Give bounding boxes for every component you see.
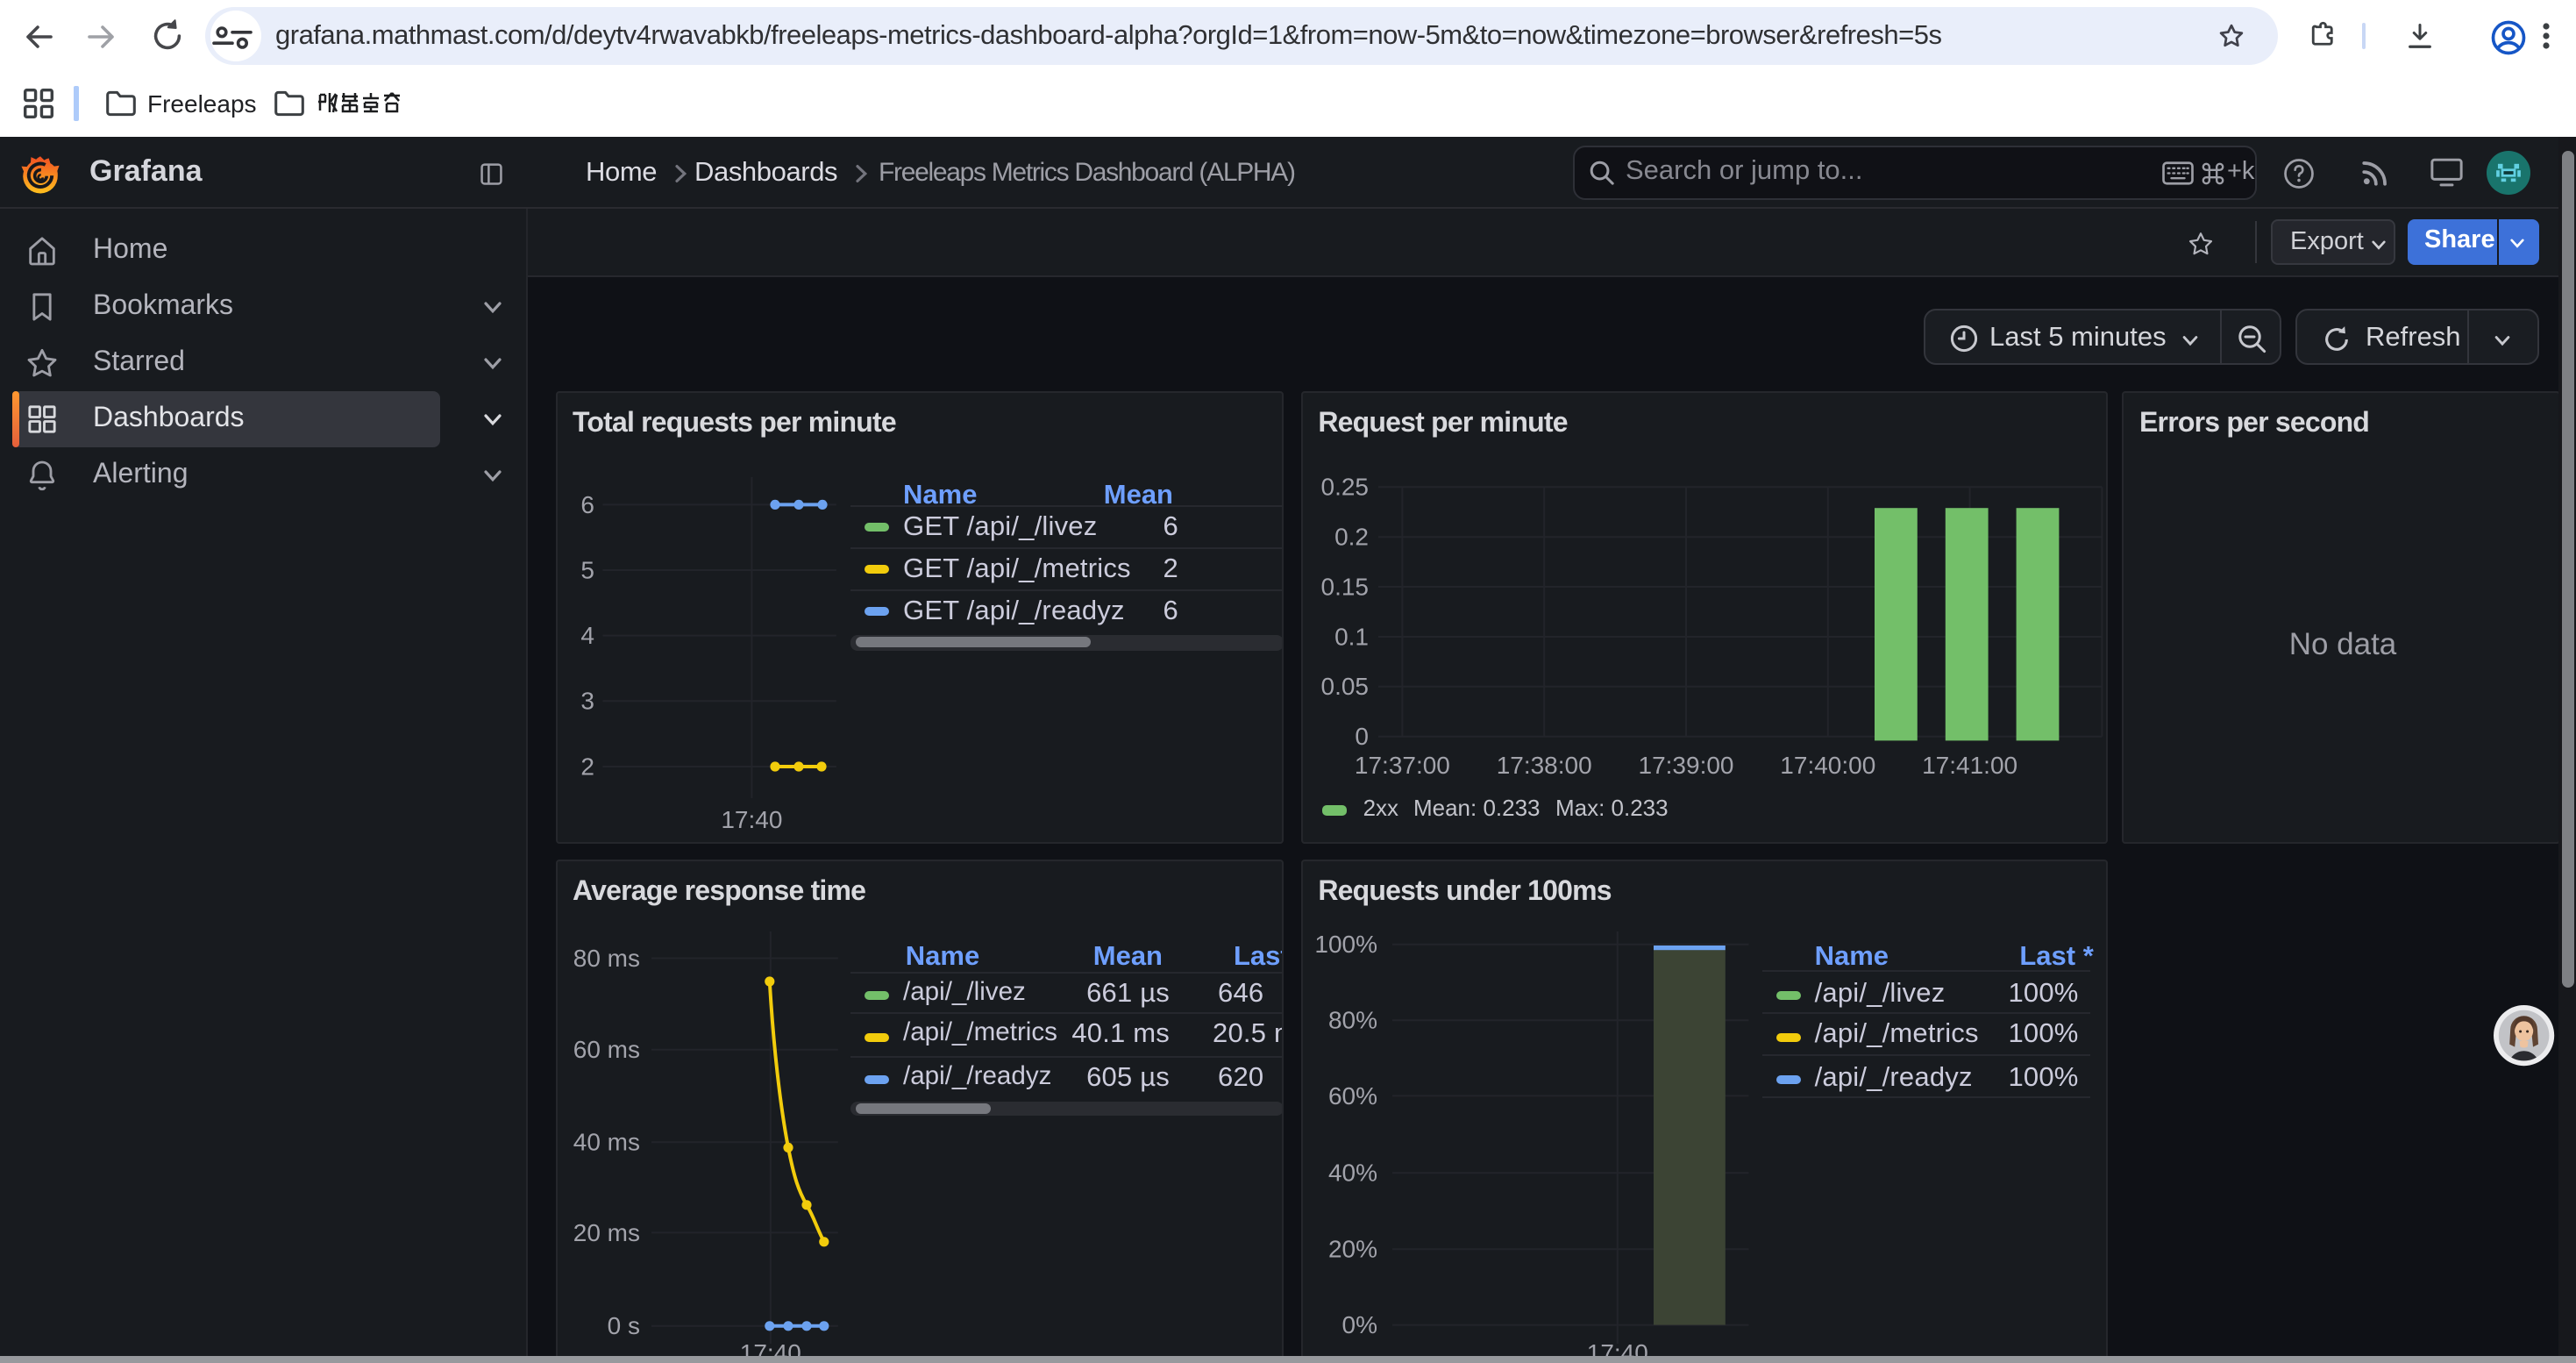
- svg-text:5: 5: [580, 556, 594, 583]
- svg-text:40 ms: 40 ms: [573, 1129, 639, 1156]
- svg-text:3: 3: [580, 688, 594, 715]
- svg-text:0.05: 0.05: [1320, 673, 1369, 700]
- svg-text:0.2: 0.2: [1334, 524, 1368, 551]
- svg-text:20 ms: 20 ms: [573, 1219, 639, 1246]
- svg-text:60 ms: 60 ms: [573, 1036, 639, 1063]
- svg-text:17:41:00: 17:41:00: [1921, 752, 2017, 779]
- svg-text:6: 6: [580, 491, 594, 518]
- svg-text:60%: 60%: [1327, 1082, 1377, 1110]
- svg-text:0 s: 0 s: [607, 1312, 639, 1339]
- svg-text:80%: 80%: [1327, 1007, 1377, 1034]
- svg-text:0%: 0%: [1341, 1311, 1377, 1338]
- svg-text:0.15: 0.15: [1320, 573, 1369, 600]
- svg-text:17:40:00: 17:40:00: [1780, 752, 1875, 779]
- svg-text:80 ms: 80 ms: [573, 945, 639, 972]
- svg-text:17:38:00: 17:38:00: [1496, 752, 1591, 779]
- svg-text:17:40: 17:40: [720, 806, 781, 833]
- svg-text:2: 2: [580, 753, 594, 780]
- svg-text:0.25: 0.25: [1320, 474, 1369, 501]
- svg-text:4: 4: [580, 622, 594, 649]
- svg-text:17:37:00: 17:37:00: [1354, 752, 1449, 779]
- svg-text:0.1: 0.1: [1334, 623, 1368, 650]
- svg-text:17:39:00: 17:39:00: [1638, 752, 1733, 779]
- svg-text:0: 0: [1355, 723, 1369, 750]
- svg-text:20%: 20%: [1327, 1236, 1377, 1263]
- svg-text:40%: 40%: [1327, 1160, 1377, 1187]
- svg-text:100%: 100%: [1314, 931, 1377, 958]
